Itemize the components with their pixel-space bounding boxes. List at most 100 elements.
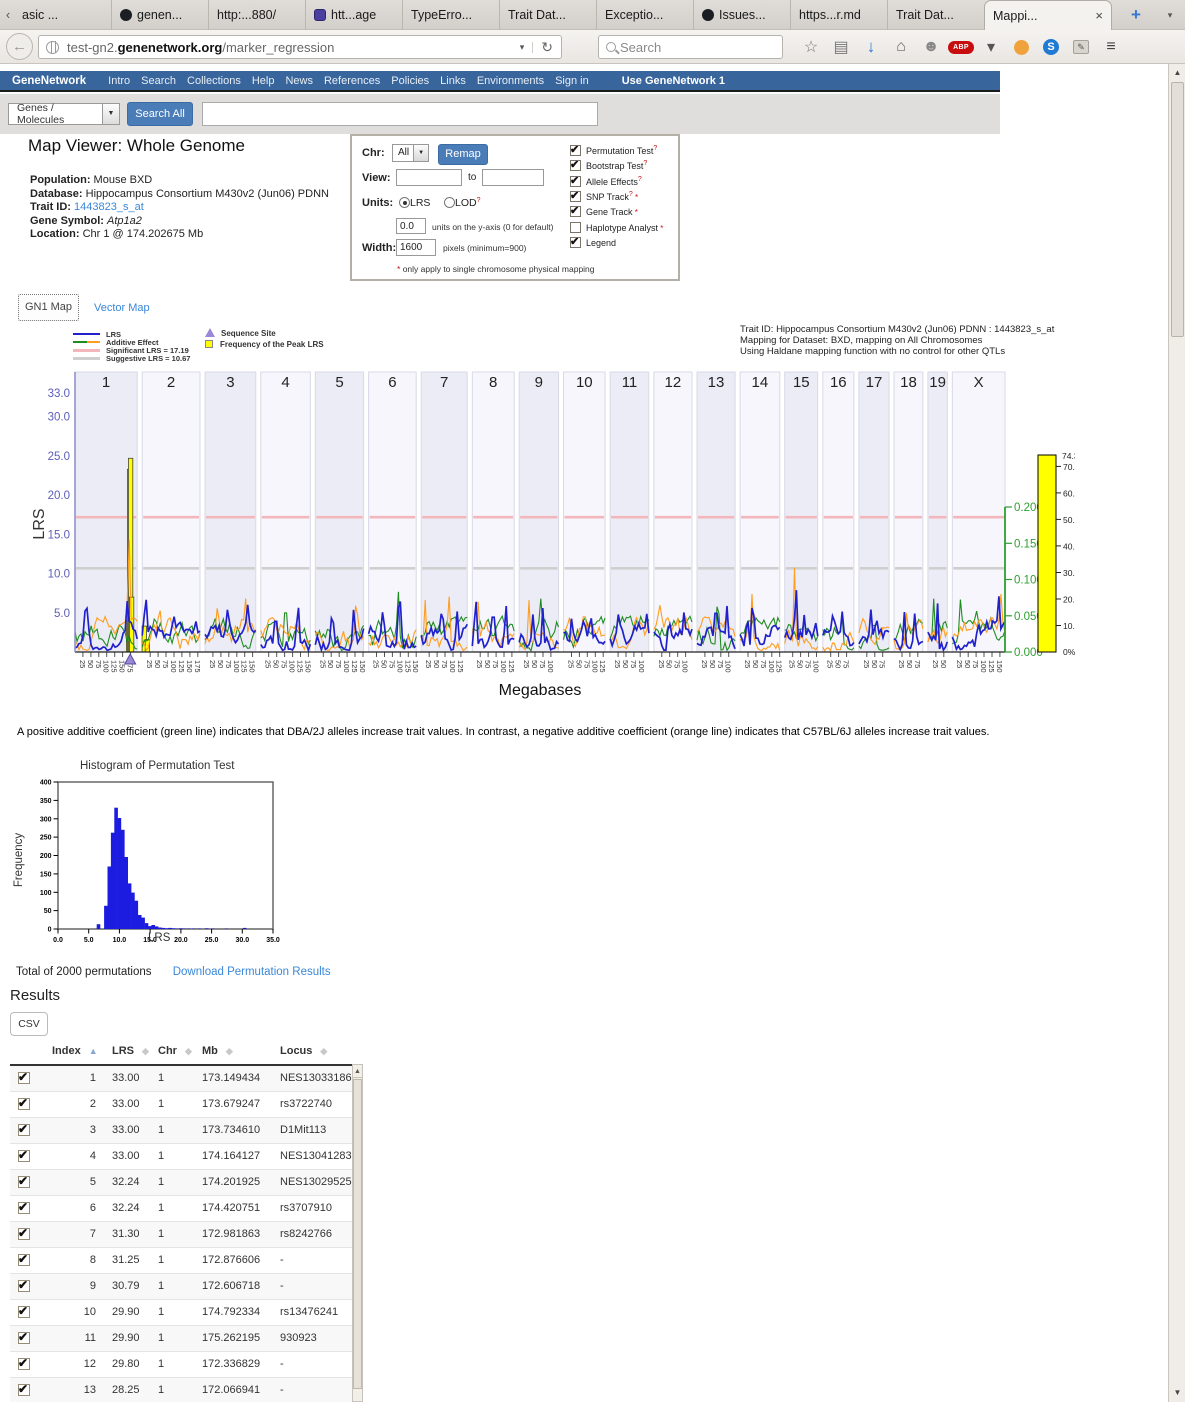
sort-icon[interactable]: ◆ xyxy=(320,1046,327,1056)
nav-item-environments[interactable]: Environments xyxy=(477,75,544,87)
trait-id-link[interactable]: 1443823_s_at xyxy=(74,201,144,213)
sort-icon[interactable]: ◆ xyxy=(226,1046,233,1056)
nav-item-news[interactable]: News xyxy=(285,75,313,87)
row-checkbox[interactable] xyxy=(18,1098,30,1110)
sort-icon[interactable]: ◆ xyxy=(142,1046,149,1056)
table-scroll-up-icon[interactable]: ▲ xyxy=(353,1065,362,1078)
browser-tab[interactable]: http:...880/ xyxy=(208,0,305,30)
new-tab-button[interactable]: + xyxy=(1128,4,1144,26)
lod-help-sup[interactable]: ? xyxy=(477,197,481,204)
width-input[interactable]: 1600 xyxy=(396,239,436,256)
row-checkbox[interactable] xyxy=(18,1176,30,1188)
row-checkbox[interactable] xyxy=(18,1254,30,1266)
browser-tab[interactable]: asic ... xyxy=(14,0,111,30)
nav-item-references[interactable]: References xyxy=(324,75,380,87)
browser-tab[interactable]: htt...age xyxy=(305,0,402,30)
option-permutation-test[interactable]: Permutation Test? xyxy=(570,145,657,156)
column-header-lrs[interactable]: LRS◆ xyxy=(112,1038,158,1065)
home-icon[interactable]: ⌂ xyxy=(886,38,916,56)
compose-icon[interactable]: ✎ xyxy=(1066,40,1096,54)
nav-item-links[interactable]: Links xyxy=(440,75,466,87)
row-checkbox[interactable] xyxy=(18,1306,30,1318)
row-checkbox[interactable] xyxy=(18,1124,30,1136)
browser-tab[interactable]: https...r.md xyxy=(790,0,887,30)
option-haplotype-analyst[interactable]: Haplotype Analyst * xyxy=(570,222,663,233)
nav-item-policies[interactable]: Policies xyxy=(391,75,429,87)
row-checkbox[interactable] xyxy=(18,1072,30,1084)
units-lrs-radio[interactable]: LRS xyxy=(399,197,430,209)
units-lod-radio[interactable]: LOD? xyxy=(444,197,481,209)
csv-button[interactable]: CSV xyxy=(10,1012,48,1036)
browser-search-field[interactable]: Search xyxy=(598,35,783,59)
checkbox-checked-icon[interactable] xyxy=(570,237,581,248)
table-scroll-thumb[interactable] xyxy=(353,1079,362,1389)
tab-list-button[interactable]: ▾ xyxy=(1162,4,1178,26)
browser-tab[interactable]: Exceptio... xyxy=(596,0,693,30)
nav-item-intro[interactable]: Intro xyxy=(108,75,130,87)
help-sup[interactable]: ? xyxy=(653,145,657,152)
help-sup[interactable]: ? xyxy=(638,176,642,183)
chromosome-select[interactable]: All ▼ xyxy=(392,144,429,162)
column-header-locus[interactable]: Locus◆ xyxy=(280,1038,362,1065)
nav-item-search[interactable]: Search xyxy=(141,75,176,87)
abp-caret-icon[interactable]: ▾ xyxy=(976,37,1006,57)
back-button[interactable]: ← xyxy=(6,33,33,60)
skype-icon[interactable]: S xyxy=(1036,39,1066,55)
row-checkbox[interactable] xyxy=(18,1280,30,1292)
search-all-button[interactable]: Search All xyxy=(127,102,193,126)
row-checkbox[interactable] xyxy=(18,1150,30,1162)
browser-tab-active[interactable]: Mappi...× xyxy=(984,0,1112,30)
help-sup[interactable]: ? xyxy=(643,160,647,167)
ghostery-icon[interactable] xyxy=(1006,40,1036,55)
reading-list-icon[interactable]: ▤ xyxy=(826,37,856,57)
url-dropdown-caret[interactable]: ▾ xyxy=(512,42,534,53)
browser-tab[interactable]: genen... xyxy=(111,0,208,30)
bookmark-star-icon[interactable]: ☆ xyxy=(796,37,826,57)
url-bar[interactable]: test-gn2.genenetwork.org/marker_regressi… xyxy=(38,35,562,59)
use-genenetwork1-link[interactable]: Use GeneNetwork 1 xyxy=(622,75,725,87)
browser-tab[interactable]: TypeErro... xyxy=(402,0,499,30)
reload-icon[interactable]: ↻ xyxy=(533,39,561,56)
nav-item-collections[interactable]: Collections xyxy=(187,75,241,87)
option-snp-track[interactable]: SNP Track? * xyxy=(570,191,638,202)
option-legend[interactable]: Legend xyxy=(570,237,616,248)
menu-icon[interactable]: ≡ xyxy=(1096,38,1126,56)
checkbox-icon[interactable] xyxy=(570,222,581,233)
option-bootstrap-test[interactable]: Bootstrap Test? xyxy=(570,160,647,171)
tab-vector-map[interactable]: Vector Map xyxy=(94,302,150,314)
sort-asc-icon[interactable]: ▲ xyxy=(89,1046,98,1056)
row-checkbox[interactable] xyxy=(18,1332,30,1344)
browser-tab[interactable]: Trait Dat... xyxy=(499,0,596,30)
messenger-icon[interactable]: ☻ xyxy=(916,38,946,56)
genenetwork-brand[interactable]: GeneNetwork xyxy=(12,75,86,87)
checkbox-checked-icon[interactable] xyxy=(570,145,581,156)
view-from-input[interactable] xyxy=(396,169,462,186)
browser-scrollbar[interactable]: ▲ ▼ xyxy=(1168,64,1185,1402)
column-header-chr[interactable]: Chr◆ xyxy=(158,1038,202,1065)
scroll-thumb[interactable] xyxy=(1171,82,1184,337)
row-checkbox[interactable] xyxy=(18,1358,30,1370)
table-scrollbar[interactable]: ▲ xyxy=(352,1064,363,1402)
nav-item-sign-in[interactable]: Sign in xyxy=(555,75,589,87)
scroll-up-icon[interactable]: ▲ xyxy=(1170,65,1185,80)
close-icon[interactable]: × xyxy=(1095,8,1103,23)
row-checkbox[interactable] xyxy=(18,1384,30,1396)
checkbox-checked-icon[interactable] xyxy=(570,176,581,187)
view-to-input[interactable] xyxy=(482,169,544,186)
chevron-down-icon[interactable]: ▼ xyxy=(413,145,428,161)
checkbox-checked-icon[interactable] xyxy=(570,160,581,171)
row-checkbox[interactable] xyxy=(18,1202,30,1214)
checkbox-checked-icon[interactable] xyxy=(570,206,581,217)
adblock-plus-icon[interactable]: ABP xyxy=(946,41,976,54)
option-gene-track[interactable]: Gene Track * xyxy=(570,206,638,217)
browser-tab[interactable]: Issues... xyxy=(693,0,790,30)
option-allele-effects[interactable]: Allele Effects? xyxy=(570,176,642,187)
nav-item-help[interactable]: Help xyxy=(252,75,275,87)
column-header-index[interactable]: Index▲ xyxy=(52,1038,112,1065)
browser-tab[interactable]: Trait Dat... xyxy=(887,0,984,30)
select-caret-icon[interactable]: ▼ xyxy=(102,104,119,124)
search-category-select[interactable]: Genes / Molecules ▼ xyxy=(8,103,120,125)
column-header-mb[interactable]: Mb◆ xyxy=(202,1038,280,1065)
tab-gn1-map[interactable]: GN1 Map xyxy=(18,294,79,321)
download-icon[interactable]: ↓ xyxy=(856,37,886,57)
